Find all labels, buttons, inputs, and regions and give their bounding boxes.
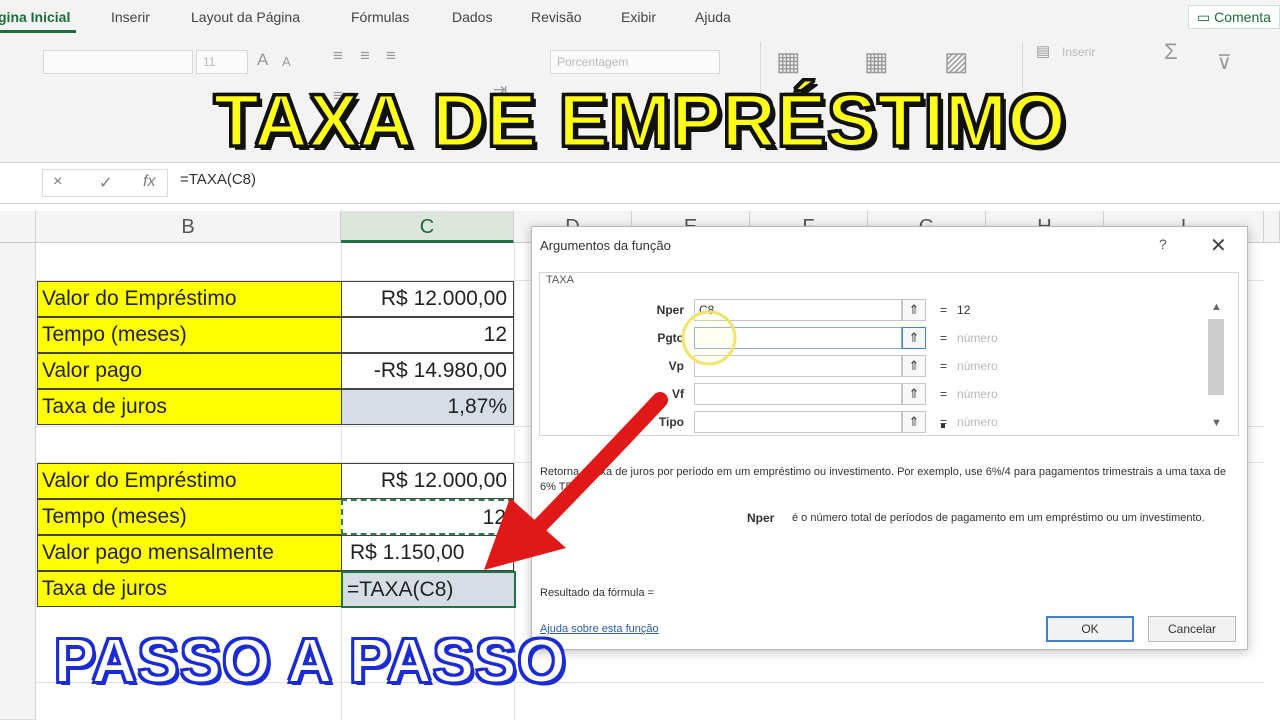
font-size-combo[interactable]: 11 (196, 50, 248, 74)
select-all-corner[interactable] (0, 211, 36, 243)
cancel-button[interactable]: Cancelar (1148, 616, 1236, 642)
arg-result-nper: = 12 (940, 303, 971, 317)
arg-help-name: Nper (747, 511, 775, 525)
tab-formulas[interactable]: Fórmulas (351, 9, 409, 25)
formula-buttons: × ✓ fx (42, 169, 168, 197)
row-headers[interactable] (0, 243, 36, 720)
align-top-icon[interactable]: ≡ (333, 46, 343, 66)
confirm-entry-icon[interactable]: ✓ (99, 173, 112, 193)
label-cell[interactable]: Tempo (meses) (37, 317, 342, 353)
help-icon[interactable]: ? (1159, 236, 1167, 252)
tab-data[interactable]: Dados (452, 9, 492, 25)
arg-result-vf: = número (940, 387, 998, 401)
vertical-scrollbar[interactable] (1264, 211, 1280, 243)
decrease-font-icon[interactable]: A (282, 54, 291, 69)
label-cell[interactable]: Valor pago (37, 353, 342, 389)
formula-bar: × ✓ fx =TAXA(C8) (0, 163, 1280, 204)
arg-result-value: número (957, 387, 998, 401)
sort-filter-icon[interactable]: ⊽ (1217, 50, 1232, 75)
arguments-scrollbar[interactable] (1208, 319, 1224, 395)
align-bottom-icon[interactable]: ≡ (386, 46, 396, 66)
collapse-dialog-icon[interactable]: ⇑ (902, 299, 926, 321)
arg-result-value: número (957, 359, 998, 373)
red-arrow-icon (484, 392, 668, 570)
tab-page-layout[interactable]: Layout da Página (191, 9, 300, 25)
collapse-dialog-icon[interactable]: ⇑ (902, 327, 926, 349)
ok-button[interactable]: OK (1046, 616, 1134, 642)
arg-result-tipo: = número (940, 415, 998, 429)
number-format-value: Porcentagem (557, 55, 629, 69)
thumbnail-headline: TAXA DE EMPRÉSTIMO (212, 78, 1067, 164)
arg-label-pgto: Pgto (657, 331, 684, 345)
value-cell[interactable]: R$ 12.000,00 (341, 281, 514, 317)
tab-view[interactable]: Exibir (621, 9, 656, 25)
column-header-c[interactable]: C (341, 211, 514, 243)
number-format-combo[interactable]: Porcentagem (550, 50, 720, 74)
cursor-highlight (681, 310, 737, 366)
arg-result-pgto: = número (940, 331, 998, 345)
arg-input-tipo[interactable] (694, 411, 902, 433)
font-size-value: 11 (203, 55, 216, 69)
column-header-b[interactable]: B (36, 211, 341, 243)
arg-result-vp: = número (940, 359, 998, 373)
tab-insert[interactable]: Inserir (111, 9, 150, 25)
comments-label: Comenta (1214, 9, 1271, 25)
formula-input[interactable]: =TAXA(C8) (180, 171, 256, 188)
tab-help[interactable]: Ajuda (695, 9, 731, 25)
collapse-dialog-icon[interactable]: ⇑ (902, 383, 926, 405)
arg-result-value: número (957, 415, 998, 429)
formula-result-label: Resultado da fórmula = (540, 587, 655, 599)
label-cell[interactable]: Tempo (meses) (37, 499, 342, 535)
label-cell[interactable]: Taxa de juros (37, 571, 342, 607)
increase-font-icon[interactable]: A (257, 50, 268, 70)
arg-input-vf[interactable] (694, 383, 902, 405)
collapse-dialog-icon[interactable]: ⇑ (902, 355, 926, 377)
collapse-dialog-icon[interactable]: ⇑ (902, 411, 926, 433)
scroll-up-icon[interactable]: ▲ (1211, 301, 1222, 313)
result-marker (941, 424, 945, 428)
function-name-label: TAXA (544, 274, 576, 286)
ribbon-tab-bar: gina Inicial Inserir Layout da Página Fó… (0, 0, 1280, 34)
thumbnail-subheadline: PASSO A PASSO (53, 626, 567, 697)
close-icon[interactable]: ✕ (1210, 233, 1227, 258)
value-cell[interactable]: 12 (341, 317, 514, 353)
format-table-icon[interactable]: ▦ (864, 46, 889, 77)
insert-cells-label[interactable]: Inserir (1062, 45, 1095, 59)
cell-styles-icon[interactable]: ▨ (944, 46, 969, 77)
arg-label-nper: Nper (656, 303, 684, 317)
autosum-icon[interactable]: Σ (1164, 39, 1178, 65)
comment-icon: ▭ (1197, 9, 1215, 25)
tab-home[interactable]: gina Inicial (0, 9, 70, 25)
label-cell[interactable]: Valor pago mensalmente (37, 535, 342, 571)
arg-result-value: número (957, 331, 998, 345)
insert-cells-icon[interactable]: ▤ (1036, 42, 1050, 60)
active-tab-indicator (0, 30, 76, 33)
align-middle-icon[interactable]: ≡ (360, 46, 370, 66)
comments-button[interactable]: ▭ Comenta (1188, 5, 1280, 29)
arg-result-value: 12 (957, 303, 971, 317)
scroll-down-icon[interactable]: ▼ (1211, 417, 1222, 429)
tab-review[interactable]: Revisão (531, 9, 582, 25)
conditional-format-icon[interactable]: ▦ (776, 46, 801, 77)
font-name-combo[interactable] (43, 50, 193, 74)
label-cell[interactable]: Taxa de juros (37, 389, 342, 425)
arg-label-vp: Vp (668, 359, 684, 373)
label-cell[interactable]: Valor do Empréstimo (37, 281, 342, 317)
insert-function-icon[interactable]: fx (143, 173, 155, 191)
cancel-entry-icon[interactable]: × (53, 173, 62, 191)
label-cell[interactable]: Valor do Empréstimo (37, 463, 342, 499)
dialog-title: Argumentos da função (540, 238, 671, 253)
arg-help-text: é o número total de períodos de pagament… (792, 512, 1205, 524)
